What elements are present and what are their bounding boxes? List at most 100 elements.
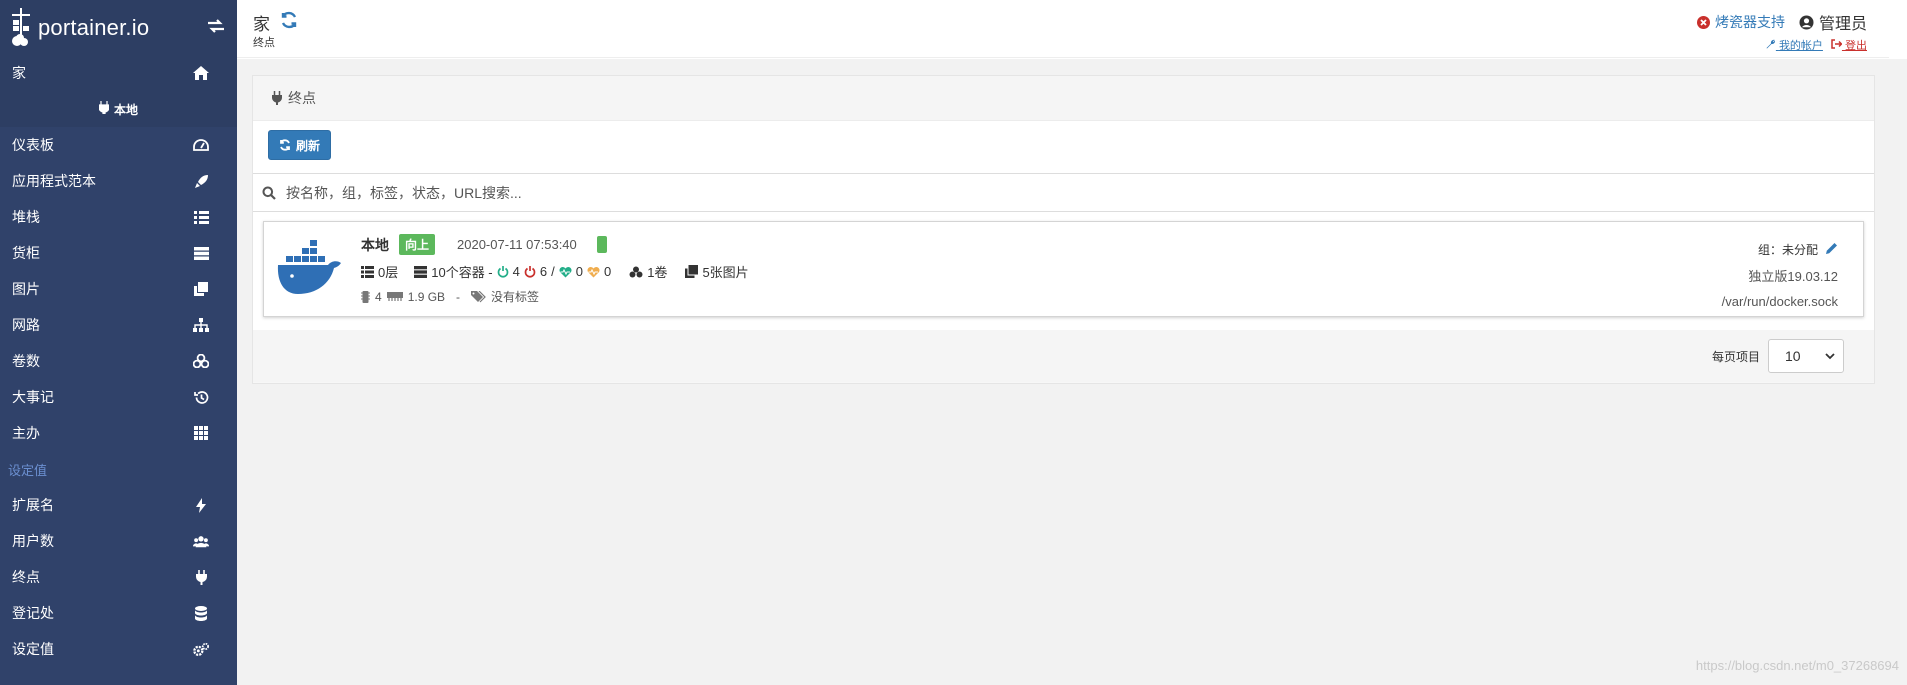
sidebar-item-registries[interactable]: 登记处 [0,595,237,631]
heartbeat-indicator [596,236,607,253]
sidebar-item-networks[interactable]: 网路 [0,307,237,343]
items-per-page-value: 10 [1785,348,1801,364]
my-account-label: 我的帐户 [1778,40,1823,52]
sidebar-item-dashboard[interactable]: 仪表板 [0,127,237,163]
endpoint-card[interactable]: 本地 向上 2020-07-11 07:53:40 0层 10个容器 - 4 6… [263,221,1864,317]
logout-link[interactable]: 登出 [1831,37,1867,53]
sitemap-icon [193,317,209,333]
stopped-count: 6 [539,264,548,279]
my-account-link[interactable]: 我的帐户 [1766,37,1823,53]
chevron-down-icon [1825,352,1835,359]
healthy-count: 0 [575,264,583,279]
containers-count: 10个容器 - [431,265,493,280]
cubes-icon [629,266,643,277]
support-link[interactable]: 烤瓷器支持 [1696,12,1785,32]
close-circle-icon [1696,15,1710,29]
sidebar-item-templates[interactable]: 应用程式范本 [0,163,237,199]
sidebar-item-label: 主办 [12,425,40,441]
sidebar-endpoint-local[interactable]: 本地 [0,91,237,127]
items-per-page-label: 每页项目 [1711,349,1760,364]
sidebar-toggle-icon[interactable] [207,17,225,38]
stacks-count: 0层 [378,265,399,280]
unhealthy-count: 0 [603,264,612,279]
grid-icon [193,425,209,441]
endpoint-timestamp: 2020-07-11 07:53:40 [457,237,577,252]
power-icon [497,265,508,278]
sidebar-item-containers[interactable]: 货柜 [0,235,237,271]
search-input[interactable] [286,184,1186,201]
endpoint-stats: 0层 10个容器 - 4 6 / 0 0 1卷 5张图片 [361,262,749,281]
group-label: 组：未分配 [1757,242,1818,257]
wrench-icon [1766,39,1775,49]
volumes-count: 1卷 [647,265,668,280]
endpoint-header: 本地 向上 2020-07-11 07:53:40 [361,234,607,255]
cogs-icon [193,641,209,657]
edit-pencil-icon[interactable] [1826,242,1838,257]
list-icon [193,209,209,225]
sidebar-item-host[interactable]: 主办 [0,415,237,451]
refresh-button[interactable]: 刷新 [268,130,332,160]
power-off-icon [524,265,536,278]
refresh-icon [280,139,290,151]
sidebar-main-list: 仪表板 应用程式范本 堆栈 货柜 图片 网路 卷数 大事记 主办 [0,127,237,451]
pagination-bar: 每页项目 10 [253,330,1874,382]
plug-icon [193,569,209,585]
items-per-page-select[interactable]: 10 [1768,339,1844,373]
memory-size: 1.9 GB [407,289,446,304]
user-menu[interactable]: 管理员 [1799,10,1867,34]
sidebar-item-label: 大事记 [12,389,54,405]
sidebar-item-label: 网路 [12,317,40,333]
portainer-logo-icon [12,7,30,46]
plug-icon [272,91,282,105]
sidebar-item-home[interactable]: 家 [0,55,237,91]
endpoint-label: 本地 [113,102,138,117]
watermark: https://blog.csdn.net/m0_37268694 [1695,658,1899,673]
home-icon [193,65,209,81]
page-title: 家 [253,10,298,35]
sidebar-item-users[interactable]: 用户数 [0,523,237,559]
heartbeat-warning-icon [587,266,600,277]
tags-text: 没有标签 [491,290,540,304]
sidebar-item-label: 货柜 [12,245,40,261]
panel-header: 终点 [253,76,1874,121]
refresh-icon[interactable] [280,11,298,34]
status-badge: 向上 [399,234,436,255]
heartbeat-icon [559,266,572,277]
brand-bar: portainer.io [0,0,237,55]
list-icon [361,265,374,278]
page-title-text: 家 [253,15,270,34]
endpoint-name: 本地 [361,236,389,253]
sign-out-icon [1831,39,1843,49]
separator: / [551,264,555,279]
memory-icon [386,292,403,301]
rocket-icon [193,173,209,189]
sidebar-item-label: 仪表板 [12,137,54,153]
microchip-icon [361,290,370,303]
refresh-label: 刷新 [296,138,321,153]
sidebar-item-settings[interactable]: 设定值 [0,631,237,667]
header-bar: 家 终点 烤瓷器支持 管理员 我的帐户 登出 [237,0,1889,58]
user-circle-icon [1799,15,1814,29]
database-icon [193,605,209,621]
sidebar-item-volumes[interactable]: 卷数 [0,343,237,379]
running-count: 4 [512,264,520,279]
user-name: 管理员 [1818,16,1867,33]
sidebar-item-label: 设定值 [12,641,54,657]
support-label: 烤瓷器支持 [1714,14,1785,30]
sidebar-item-extensions[interactable]: 扩展名 [0,487,237,523]
sidebar-item-stacks[interactable]: 堆栈 [0,199,237,235]
sidebar-item-label: 图片 [12,281,40,297]
sidebar-section-settings: 设定值 [8,462,48,478]
separator: - [456,289,461,304]
brand-name: portainer.io [38,14,150,40]
sidebar-item-endpoints[interactable]: 终点 [0,559,237,595]
history-icon [193,389,209,405]
sidebar-item-images[interactable]: 图片 [0,271,237,307]
breadcrumb: 终点 [253,37,275,49]
endpoint-resources: 4 1.9 GB - 没有标签 [361,288,539,305]
dashboard-icon [193,137,209,153]
sidebar-item-events[interactable]: 大事记 [0,379,237,415]
users-icon [193,533,209,549]
portainer-logo[interactable]: portainer.io [10,7,150,48]
cubes-icon [193,353,209,369]
